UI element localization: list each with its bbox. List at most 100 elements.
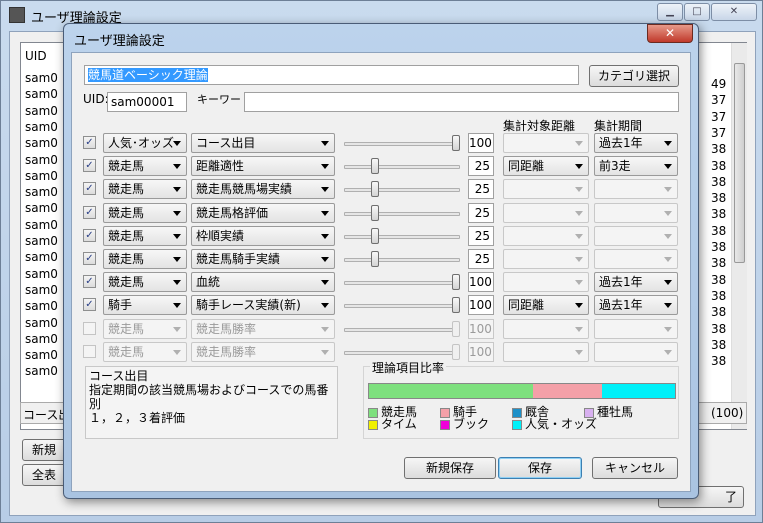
row-period-select[interactable] bbox=[594, 225, 678, 246]
row-checkbox[interactable]: ✓ bbox=[83, 298, 96, 312]
row-period-select[interactable]: 前3走 bbox=[594, 156, 678, 177]
row-weight-slider[interactable] bbox=[344, 327, 460, 332]
row-weight-slider[interactable] bbox=[344, 281, 460, 286]
background-new-button[interactable]: 新規 bbox=[22, 439, 66, 461]
uid-list-item[interactable]: sam0 bbox=[25, 283, 58, 297]
uid-list-item[interactable]: sam0 bbox=[25, 218, 58, 232]
row-slider-thumb[interactable] bbox=[371, 251, 379, 267]
row-item-select[interactable]: 騎手レース実績(新) bbox=[191, 295, 335, 316]
close-icon[interactable]: ✕ bbox=[711, 3, 757, 21]
row-distance-select[interactable] bbox=[503, 249, 589, 269]
row-weight-slider[interactable] bbox=[344, 350, 460, 355]
row-item-select[interactable]: 競走馬勝率 bbox=[191, 341, 335, 362]
row-slider-thumb[interactable] bbox=[452, 274, 460, 291]
row-item-select[interactable]: 競走馬勝率 bbox=[191, 318, 335, 339]
uid-list-item[interactable]: sam0 bbox=[25, 316, 58, 330]
row-checkbox[interactable]: ✓ bbox=[83, 252, 96, 265]
row-category-select[interactable]: 競走馬 bbox=[103, 249, 187, 269]
row-category-select[interactable]: 競走馬 bbox=[103, 202, 187, 223]
maximize-icon[interactable]: □ bbox=[684, 3, 710, 21]
uid-list-item[interactable]: sam0 bbox=[25, 299, 58, 313]
uid-list-item[interactable]: sam0 bbox=[25, 153, 58, 167]
row-distance-select[interactable]: 同距離 bbox=[503, 156, 589, 177]
row-slider-thumb[interactable] bbox=[371, 227, 379, 244]
scrollbar-thumb[interactable] bbox=[734, 63, 745, 263]
row-category-select[interactable]: 競走馬 bbox=[103, 225, 187, 246]
uid-list-item[interactable]: sam0 bbox=[25, 169, 58, 183]
cancel-button[interactable]: キャンセル bbox=[592, 457, 678, 479]
row-distance-select[interactable]: 同距離 bbox=[503, 295, 589, 316]
row-distance-select[interactable] bbox=[503, 341, 589, 362]
row-item-select[interactable]: 血統 bbox=[191, 272, 335, 293]
row-distance-select[interactable] bbox=[503, 202, 589, 223]
row-category-select[interactable]: 騎手 bbox=[103, 295, 187, 316]
dialog-close-icon[interactable]: ✕ bbox=[647, 24, 693, 43]
row-category-select[interactable]: 人気･オッズ bbox=[103, 133, 187, 153]
row-period-select[interactable] bbox=[594, 341, 678, 362]
row-weight-slider[interactable] bbox=[344, 304, 460, 309]
row-weight-value[interactable]: 100 bbox=[468, 341, 494, 362]
uid-list-item[interactable]: sam0 bbox=[25, 185, 58, 199]
uid-list-item[interactable]: sam0 bbox=[25, 71, 58, 85]
row-weight-value[interactable]: 25 bbox=[468, 225, 494, 246]
row-weight-value[interactable]: 25 bbox=[468, 249, 494, 269]
uid-list-item[interactable]: sam0 bbox=[25, 120, 58, 134]
row-weight-slider[interactable] bbox=[344, 211, 460, 216]
row-category-select[interactable]: 競走馬 bbox=[103, 156, 187, 177]
row-weight-slider[interactable] bbox=[344, 258, 460, 262]
row-slider-thumb[interactable] bbox=[371, 204, 379, 221]
row-slider-thumb[interactable] bbox=[452, 320, 460, 337]
row-checkbox[interactable] bbox=[83, 321, 96, 335]
row-category-select[interactable]: 競走馬 bbox=[103, 318, 187, 339]
row-slider-thumb[interactable] bbox=[452, 343, 460, 360]
uid-list-item[interactable]: sam0 bbox=[25, 87, 58, 101]
row-distance-select[interactable] bbox=[503, 225, 589, 246]
row-distance-select[interactable] bbox=[503, 133, 589, 153]
row-slider-thumb[interactable] bbox=[452, 297, 460, 314]
uid-list-item[interactable]: sam0 bbox=[25, 348, 58, 362]
uid-list-item[interactable]: sam0 bbox=[25, 201, 58, 215]
uid-list-item[interactable]: sam0 bbox=[25, 104, 58, 118]
row-checkbox[interactable]: ✓ bbox=[83, 182, 96, 196]
save-button[interactable]: 保存 bbox=[498, 457, 582, 479]
row-category-select[interactable]: 競走馬 bbox=[103, 341, 187, 362]
row-item-select[interactable]: 距離適性 bbox=[191, 156, 335, 177]
row-weight-value[interactable]: 25 bbox=[468, 156, 494, 177]
row-item-select[interactable]: 競走馬競馬場実績 bbox=[191, 179, 335, 200]
row-checkbox[interactable]: ✓ bbox=[83, 159, 96, 173]
row-weight-slider[interactable] bbox=[344, 142, 460, 146]
row-distance-select[interactable] bbox=[503, 179, 589, 200]
row-item-select[interactable]: コース出目 bbox=[191, 133, 335, 153]
row-distance-select[interactable] bbox=[503, 318, 589, 339]
row-weight-slider[interactable] bbox=[344, 234, 460, 239]
row-period-select[interactable] bbox=[594, 202, 678, 223]
uid-list-item[interactable]: sam0 bbox=[25, 364, 58, 378]
uid-list-item[interactable]: sam0 bbox=[25, 250, 58, 264]
row-weight-value[interactable]: 100 bbox=[468, 133, 494, 153]
row-slider-thumb[interactable] bbox=[371, 181, 379, 198]
row-item-select[interactable]: 枠順実績 bbox=[191, 225, 335, 246]
row-checkbox[interactable]: ✓ bbox=[83, 275, 96, 289]
background-show-all-button[interactable]: 全表 bbox=[22, 464, 66, 486]
uid-list-item[interactable]: sam0 bbox=[25, 234, 58, 248]
uid-column-header[interactable]: UID bbox=[25, 49, 47, 63]
row-period-select[interactable] bbox=[594, 318, 678, 339]
minimize-icon[interactable]: ▁ bbox=[657, 3, 683, 21]
row-checkbox[interactable]: ✓ bbox=[83, 136, 96, 149]
row-period-select[interactable]: 過去1年 bbox=[594, 295, 678, 316]
row-weight-value[interactable]: 100 bbox=[468, 295, 494, 316]
row-weight-value[interactable]: 25 bbox=[468, 202, 494, 223]
uid-list-item[interactable]: sam0 bbox=[25, 332, 58, 346]
row-weight-value[interactable]: 25 bbox=[468, 179, 494, 200]
row-item-select[interactable]: 競走馬騎手実績 bbox=[191, 249, 335, 269]
row-weight-slider[interactable] bbox=[344, 165, 460, 170]
row-distance-select[interactable] bbox=[503, 272, 589, 293]
new-save-button[interactable]: 新規保存 bbox=[404, 457, 496, 479]
row-item-select[interactable]: 競走馬格評価 bbox=[191, 202, 335, 223]
row-checkbox[interactable]: ✓ bbox=[83, 228, 96, 242]
list-scrollbar[interactable] bbox=[731, 43, 747, 429]
row-slider-thumb[interactable] bbox=[371, 158, 379, 175]
uid-list-item[interactable]: sam0 bbox=[25, 267, 58, 281]
row-slider-thumb[interactable] bbox=[452, 135, 460, 151]
row-period-select[interactable]: 過去1年 bbox=[594, 272, 678, 293]
